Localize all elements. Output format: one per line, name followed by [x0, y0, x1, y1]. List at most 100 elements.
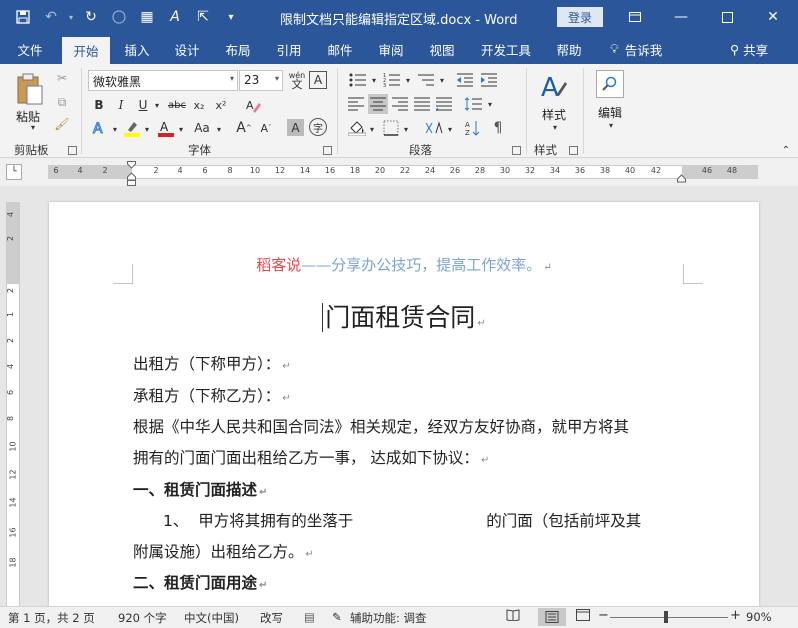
- chevron-down-icon[interactable]: ▾: [606, 120, 616, 130]
- chevron-down-icon[interactable]: ▾: [486, 96, 494, 112]
- asian-layout-icon[interactable]: [422, 118, 448, 138]
- font-size-select[interactable]: 23 ▾: [239, 70, 283, 91]
- accessibility-status[interactable]: 辅助功能: 调查: [350, 610, 427, 626]
- styles-icon[interactable]: A: [538, 70, 570, 106]
- bold-button[interactable]: B: [90, 96, 108, 114]
- chevron-down-icon[interactable]: ▾: [110, 122, 120, 136]
- character-shading-icon[interactable]: A: [287, 119, 304, 136]
- shrink-font-button[interactable]: Aˇ: [256, 118, 276, 138]
- paragraph-item-1[interactable]: 1、 甲方将其拥有的坐落于 的门面（包括前坪及其: [163, 509, 641, 531]
- highlight-color-icon[interactable]: [122, 118, 142, 138]
- zoom-out-button[interactable]: −: [598, 608, 609, 623]
- tab-home[interactable]: 开始: [62, 37, 110, 64]
- subscript-button[interactable]: x₂: [190, 96, 208, 114]
- tab-references[interactable]: 引用: [266, 34, 312, 64]
- document-title-heading[interactable]: 门面租赁合同 ↵: [49, 298, 759, 334]
- paste-dropdown-icon[interactable]: ▾: [28, 122, 38, 132]
- collapse-ribbon-icon[interactable]: ⌃: [780, 144, 792, 156]
- vertical-ruler[interactable]: 4 2 2 1 2 4 6 8 10 12 14 16 18: [6, 202, 20, 606]
- paragraph-lessor[interactable]: 出租方（下称甲方）： ↵: [133, 352, 291, 374]
- tab-selector-icon[interactable]: └: [6, 164, 22, 180]
- format-painter-icon[interactable]: 🖌︎: [54, 116, 70, 132]
- paragraph-intro-1[interactable]: 根据《中华人民共和国合同法》相关规定，经双方友好协商，就甲方将其: [133, 415, 629, 437]
- strikethrough-button[interactable]: abc: [166, 96, 188, 114]
- tab-design[interactable]: 设计: [164, 34, 210, 64]
- borders-icon[interactable]: [380, 118, 402, 138]
- shading-icon[interactable]: [346, 118, 368, 138]
- paragraph-intro-2[interactable]: 拥有的门面门面出租给乙方一事， 达成如下协议： ↵: [133, 446, 489, 468]
- chevron-down-icon[interactable]: ▾: [438, 72, 446, 88]
- login-button[interactable]: 登录: [557, 7, 603, 27]
- section-heading-1[interactable]: 一、租赁门面描述 ↵: [133, 478, 267, 500]
- web-layout-icon[interactable]: [576, 609, 590, 624]
- paragraph-lessee[interactable]: 承租方（下称乙方）： ↵: [133, 384, 291, 406]
- bullets-icon[interactable]: [346, 70, 370, 90]
- zoom-slider[interactable]: [610, 617, 728, 618]
- overtype-mode[interactable]: 改写: [260, 610, 283, 626]
- paste-icon[interactable]: [12, 70, 48, 108]
- close-icon[interactable]: ✕: [750, 0, 796, 34]
- tab-insert[interactable]: 插入: [114, 34, 160, 64]
- chevron-down-icon[interactable]: ▾: [402, 122, 410, 136]
- font-color-icon[interactable]: A: [156, 118, 176, 138]
- zoom-level[interactable]: 90%: [746, 610, 772, 624]
- justify-icon[interactable]: [412, 94, 432, 114]
- zoom-in-button[interactable]: +: [730, 608, 741, 623]
- underline-button[interactable]: U: [134, 96, 152, 114]
- format-painter-icon[interactable]: ▦: [134, 4, 160, 30]
- maximize-icon[interactable]: [704, 0, 750, 34]
- character-border-icon[interactable]: A: [309, 71, 327, 89]
- search-icon[interactable]: [596, 70, 624, 98]
- redo-icon[interactable]: ↻: [78, 4, 104, 30]
- increase-indent-icon[interactable]: [478, 70, 500, 90]
- customize-icon[interactable]: ▾: [218, 4, 244, 30]
- chevron-down-icon[interactable]: ▾: [368, 122, 376, 136]
- document-page[interactable]: 稻客说——分享办公技巧，提高工作效率。 ↵ 门面租赁合同 ↵ 出租方（下称甲方）： ↵…: [49, 202, 759, 606]
- clear-formatting-icon[interactable]: A: [244, 96, 262, 114]
- chevron-down-icon[interactable]: ▾: [214, 122, 224, 136]
- multilevel-list-icon[interactable]: [414, 70, 438, 90]
- share-button[interactable]: ⚲ 共享: [730, 34, 768, 64]
- font-name-select[interactable]: 微软雅黑 ▾: [88, 70, 238, 91]
- font-size-icon[interactable]: A: [162, 4, 188, 30]
- section-heading-2[interactable]: 二、租赁门面用途 ↵: [133, 571, 267, 593]
- chevron-down-icon[interactable]: ▾: [550, 122, 560, 132]
- page-count[interactable]: 第 1 页，共 2 页: [8, 610, 95, 626]
- paragraph-launcher-icon[interactable]: [512, 146, 521, 155]
- macro-record-icon[interactable]: ▤: [304, 610, 315, 624]
- font-launcher-icon[interactable]: [323, 146, 332, 155]
- zoom-slider-thumb[interactable]: [664, 611, 668, 623]
- indent-marker[interactable]: [127, 161, 136, 187]
- chevron-down-icon[interactable]: ▾: [152, 98, 162, 112]
- chevron-down-icon[interactable]: ▾: [370, 72, 378, 88]
- align-right-icon[interactable]: [390, 94, 410, 114]
- tell-me-box[interactable]: 💡︎ 告诉我: [610, 34, 662, 64]
- text-effects-icon[interactable]: A: [90, 118, 110, 138]
- ribbon-display-icon[interactable]: [612, 0, 658, 34]
- select-icon[interactable]: ⇱: [190, 4, 216, 30]
- minimize-icon[interactable]: —: [658, 0, 704, 34]
- change-case-button[interactable]: Aa: [190, 118, 214, 138]
- undo-icon[interactable]: ↶: [38, 4, 64, 30]
- tab-review[interactable]: 审阅: [368, 34, 414, 64]
- tab-help[interactable]: 帮助: [546, 34, 592, 64]
- copy-icon[interactable]: ⧉: [54, 94, 70, 110]
- tab-developer[interactable]: 开发工具: [474, 34, 538, 64]
- line-spacing-icon[interactable]: [462, 94, 484, 114]
- align-center-icon[interactable]: [368, 94, 388, 114]
- touch-mode-icon[interactable]: [106, 4, 132, 30]
- styles-launcher-icon[interactable]: [569, 146, 578, 155]
- right-indent-marker[interactable]: [677, 172, 686, 183]
- chevron-down-icon[interactable]: ▾: [404, 72, 412, 88]
- clipboard-launcher-icon[interactable]: [68, 146, 77, 155]
- tab-file[interactable]: 文件: [6, 34, 54, 64]
- accessibility-icon[interactable]: ✎: [332, 610, 342, 624]
- phonetic-guide-icon[interactable]: wén 文: [287, 68, 307, 92]
- tab-mailings[interactable]: 邮件: [317, 34, 363, 64]
- chevron-down-icon[interactable]: ▾: [446, 122, 454, 136]
- distributed-icon[interactable]: [434, 94, 454, 114]
- decrease-indent-icon[interactable]: [454, 70, 476, 90]
- chevron-down-icon[interactable]: ▾: [66, 4, 76, 30]
- language-indicator[interactable]: 中文(中国): [184, 610, 239, 626]
- print-layout-icon[interactable]: [538, 608, 566, 626]
